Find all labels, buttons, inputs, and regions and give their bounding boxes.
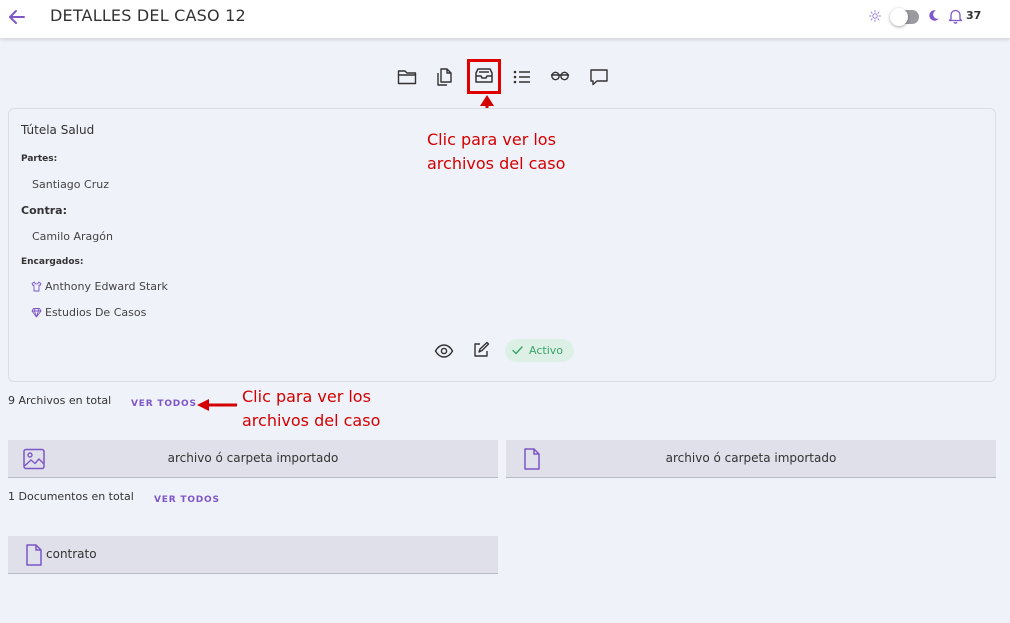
glasses-icon[interactable] [549,66,571,88]
file-name: archivo ó carpeta importado [665,451,837,465]
annotation-line: archivos del caso [242,411,381,430]
sun-icon [869,10,881,22]
opponent-name: Camilo Aragón [32,230,113,243]
list-icon[interactable] [511,66,533,88]
assignee-name: Anthony Edward Stark [45,280,168,293]
notification-count: 37 [966,9,982,22]
diamond-icon [31,308,42,318]
assignee-name: Estudios De Casos [45,306,147,319]
eye-icon[interactable] [434,341,454,361]
status-badge: Activo [505,339,574,362]
assignee-item: Estudios De Casos [31,306,146,319]
case-title: Tútela Salud [21,123,95,137]
annotation-line: archivos del caso [427,154,566,173]
page-title: DETALLES DEL CASO 12 [50,6,246,25]
document-item[interactable]: contrato [8,536,498,574]
file-item[interactable]: archivo ó carpeta importado [8,440,498,478]
document-name: contrato [46,547,97,561]
party-name: Santiago Cruz [32,178,109,191]
documents-see-all-link[interactable]: VER TODOS [154,495,220,505]
moon-icon [929,10,939,21]
against-label: Contra: [21,204,67,217]
comment-icon[interactable] [588,66,610,88]
toggle-knob [890,8,908,26]
files-see-all-link[interactable]: VER TODOS [131,399,197,409]
annotation-arrow-left [197,399,237,411]
assigned-label: Encargados: [21,257,84,267]
file-item[interactable]: archivo ó carpeta importado [506,440,996,478]
back-arrow-icon[interactable] [6,6,28,28]
annotation-line: Clic para ver los [427,130,556,149]
check-icon [512,346,523,355]
file-icon [26,544,42,566]
documents-icon[interactable] [434,66,456,88]
edit-icon[interactable] [472,341,490,359]
annotation-line: Clic para ver los [242,387,371,406]
documents-count: 1 Documentos en total [8,490,134,503]
assignee-item: Anthony Edward Stark [31,280,168,293]
bell-icon[interactable] [948,8,963,24]
case-actions: Activo [434,339,594,363]
parties-label: Partes: [21,154,58,164]
theme-toggle[interactable] [890,8,919,26]
toolbar-highlight-box [467,59,501,94]
files-count: 9 Archivos en total [8,394,112,407]
top-bar: DETALLES DEL CASO 12 37 [0,0,1010,39]
folder-icon[interactable] [396,66,418,88]
status-label: Activo [529,344,563,357]
file-name: archivo ó carpeta importado [167,451,339,465]
annotation-text-top: Clic para ver los archivos del caso [427,128,565,176]
annotation-text-side: Clic para ver los archivos del caso [242,385,380,433]
shirt-icon [31,281,42,292]
